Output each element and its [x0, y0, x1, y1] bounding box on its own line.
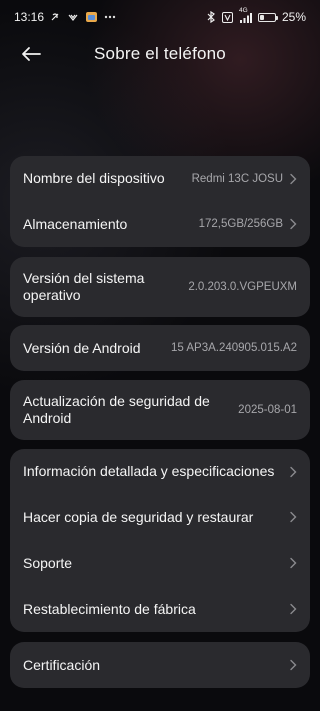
device-name-row[interactable]: Nombre del dispositivo Redmi 13C JOSU: [10, 156, 310, 201]
os-version-row[interactable]: Versión del sistema operativo 2.0.203.0.…: [10, 257, 310, 317]
os-version-label: Versión del sistema operativo: [23, 270, 145, 303]
chevron-right-icon: [290, 466, 297, 477]
battery-icon: [257, 12, 278, 22]
android-version-value: 15 AP3A.240905.015.A2: [171, 342, 297, 354]
factory-reset-row[interactable]: Restablecimiento de fábrica: [10, 586, 310, 632]
device-name-label: Nombre del dispositivo: [23, 170, 165, 186]
storage-value: 172,5GB/256GB: [198, 218, 283, 230]
os-version-card: Versión del sistema operativo 2.0.203.0.…: [10, 257, 310, 317]
detailed-info-row[interactable]: Información detallada y especificaciones: [10, 449, 310, 494]
chevron-right-icon: [290, 218, 297, 230]
header: Sobre el teléfono: [0, 34, 320, 74]
device-name-value: Redmi 13C JOSU: [191, 172, 283, 185]
support-label: Soporte: [23, 554, 73, 571]
chevron-right-icon: [290, 659, 297, 671]
android-version-label: Versión de Android: [23, 339, 141, 356]
network-type-label: 4G: [238, 6, 248, 14]
detailed-info-label: Información detallada y especificaciones: [23, 463, 275, 479]
status-time: 13:16: [14, 10, 45, 24]
silent-mode-icon: [50, 12, 61, 23]
battery-percentage: 25%: [281, 10, 306, 24]
device-info-card: Nombre del dispositivo Redmi 13C JOSU Al…: [10, 156, 310, 247]
status-bar: 13:16 4G 25%: [0, 0, 320, 34]
chevron-right-icon: [290, 603, 297, 615]
certification-card: Certificación: [10, 642, 310, 688]
support-row[interactable]: Soporte: [10, 540, 310, 586]
security-update-row[interactable]: Actualización de seguridad de Android 20…: [10, 380, 310, 440]
more-dots-icon: [104, 15, 116, 19]
backup-restore-label: Hacer copia de seguridad y restaurar: [23, 508, 254, 525]
certification-row[interactable]: Certificación: [10, 642, 310, 688]
chevron-right-icon: [290, 173, 297, 184]
android-version-row[interactable]: Versión de Android 15 AP3A.240905.015.A2: [10, 325, 310, 371]
page-title: Sobre el teléfono: [94, 44, 226, 63]
android-version-card: Versión de Android 15 AP3A.240905.015.A2: [10, 325, 310, 371]
factory-reset-label: Restablecimiento de fábrica: [23, 600, 196, 617]
storage-row[interactable]: Almacenamiento 172,5GB/256GB: [10, 201, 310, 247]
chevron-right-icon: [290, 557, 297, 569]
certification-label: Certificación: [23, 656, 101, 673]
storage-value-wrap: 172,5GB/256GB: [199, 218, 297, 230]
backup-restore-row[interactable]: Hacer copia de seguridad y restaurar: [10, 494, 310, 540]
data-saver-icon: [67, 12, 79, 23]
more-options-card: Información detallada y especificaciones…: [10, 449, 310, 632]
app-notification-icon: [85, 11, 98, 23]
security-update-card: Actualización de seguridad de Android 20…: [10, 380, 310, 440]
storage-label: Almacenamiento: [23, 215, 128, 232]
volte-icon: [221, 11, 233, 23]
signal-icon: 4G: [239, 7, 252, 23]
os-version-value: 2.0.203.0.VGPEUXM: [188, 281, 297, 293]
chevron-right-icon: [290, 511, 297, 523]
status-right: 4G 25%: [207, 7, 306, 24]
bluetooth-icon: [207, 11, 216, 23]
status-left: 13:16: [14, 10, 116, 24]
security-update-value: 2025-08-01: [238, 404, 297, 416]
device-name-value-wrap: Redmi 13C JOSU: [192, 173, 297, 185]
security-update-label: Actualización de seguridad de Android: [23, 393, 210, 426]
battery-fill: [259, 14, 264, 20]
